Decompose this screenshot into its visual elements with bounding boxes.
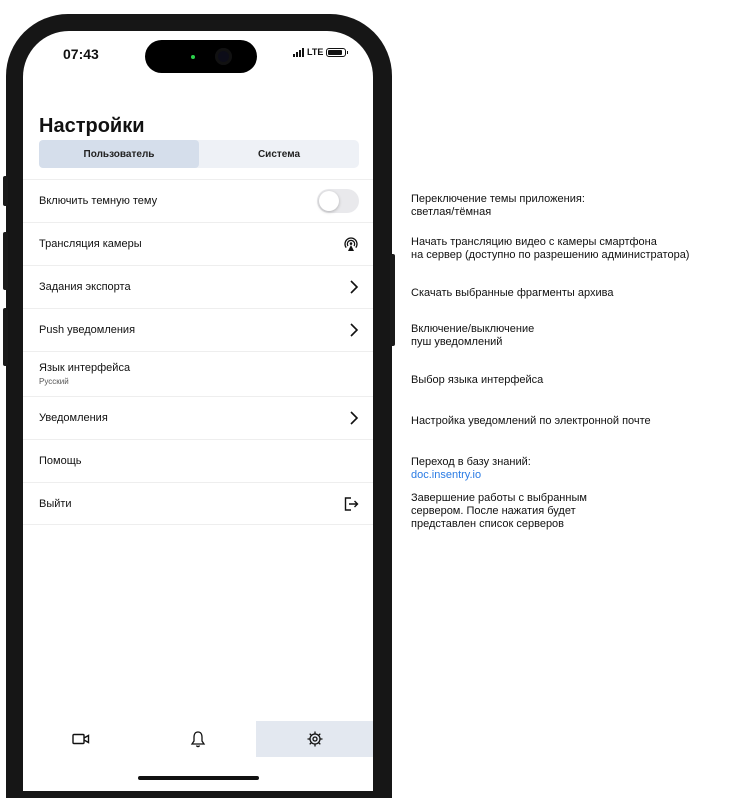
- annotation-line: Скачать выбранные фрагменты архива: [411, 287, 614, 299]
- setting-label: Помощь: [39, 455, 82, 467]
- annotation-help: Переход в базу знаний: doc.insentry.io: [411, 456, 531, 482]
- gear-icon: [307, 731, 323, 747]
- tab-settings[interactable]: [256, 721, 373, 757]
- logout-icon[interactable]: [343, 496, 359, 512]
- annotation-line: пуш уведомлений: [411, 336, 503, 348]
- setting-label: Язык интерфейса: [39, 362, 131, 374]
- annotation-line: Включение/выключение: [411, 323, 535, 335]
- annotation-line: светлая/тёмная: [411, 206, 492, 218]
- setting-label: Трансляция камеры: [39, 238, 142, 250]
- chevron-right-icon: [350, 411, 359, 425]
- status-indicators: LTE: [293, 47, 349, 57]
- network-type: LTE: [307, 47, 324, 57]
- broadcast-icon[interactable]: [343, 236, 359, 252]
- app-screen: 07:43 LTE Настройки Пользователь Система…: [23, 31, 373, 791]
- chevron-right-icon: [350, 280, 359, 294]
- setting-interface-language[interactable]: Язык интерфейса Русский: [23, 351, 373, 396]
- setting-label: Включить темную тему: [39, 195, 158, 207]
- setting-export-tasks[interactable]: Задания экспорта: [23, 265, 373, 308]
- dynamic-island: [145, 40, 257, 73]
- volume-up-button: [3, 232, 8, 290]
- setting-label: Уведомления: [39, 412, 108, 424]
- annotation-line: Выбор языка интерфейса: [411, 374, 544, 386]
- annotation-language: Выбор языка интерфейса: [411, 374, 543, 387]
- annotation-line: на сервер (доступно по разрешению админи…: [411, 249, 690, 261]
- annotation-line: сервером. После нажатия будет: [411, 505, 576, 517]
- volume-down-button: [3, 308, 8, 366]
- page-title: Настройки: [39, 115, 145, 137]
- setting-label: Push уведомления: [39, 324, 136, 336]
- mute-switch: [3, 176, 8, 206]
- privacy-indicator: [191, 55, 195, 59]
- setting-label: Выйти: [39, 497, 72, 510]
- help-link[interactable]: doc.insentry.io: [411, 469, 481, 481]
- annotation-logout: Завершение работы с выбранным сервером. …: [411, 492, 587, 531]
- setting-push-notifications[interactable]: Push уведомления: [23, 308, 373, 351]
- annotation-camera: Начать трансляцию видео с камеры смартфо…: [411, 236, 689, 262]
- phone-frame: 07:43 LTE Настройки Пользователь Система…: [3, 14, 395, 798]
- tab-user[interactable]: Пользователь: [39, 140, 199, 168]
- bottom-tab-bar: [23, 721, 373, 757]
- segmented-control: Пользователь Система: [39, 140, 359, 168]
- dark-theme-toggle[interactable]: [317, 189, 359, 213]
- annotation-line: Завершение работы с выбранным: [411, 492, 587, 504]
- annotation-line: Переход в базу знаний:: [411, 456, 531, 468]
- annotation-line: Переключение темы приложения:: [411, 193, 585, 205]
- annotation-push: Включение/выключение пуш уведомлений: [411, 323, 534, 349]
- tab-events[interactable]: [140, 721, 257, 757]
- annotation-line: Начать трансляцию видео с камеры смартфо…: [411, 236, 657, 248]
- setting-value: Русский: [39, 377, 69, 386]
- status-time: 07:43: [63, 46, 99, 62]
- annotation-line: представлен список серверов: [411, 518, 565, 530]
- power-button: [390, 254, 395, 346]
- setting-logout[interactable]: Выйти: [23, 482, 373, 525]
- tab-system[interactable]: Система: [199, 140, 359, 168]
- annotation-export: Скачать выбранные фрагменты архива: [411, 287, 613, 300]
- setting-dark-theme[interactable]: Включить темную тему: [23, 179, 373, 222]
- setting-label: Задания экспорта: [39, 281, 131, 293]
- tab-cameras[interactable]: [23, 721, 140, 757]
- video-camera-icon: [72, 733, 90, 745]
- setting-notifications[interactable]: Уведомления: [23, 396, 373, 439]
- bell-icon: [190, 731, 206, 748]
- setting-camera-broadcast[interactable]: Трансляция камеры: [23, 222, 373, 265]
- annotation-notifications: Настройка уведомлений по электронной поч…: [411, 415, 651, 428]
- home-indicator: [138, 776, 259, 780]
- annotation-line: Настройка уведомлений по электронной поч…: [411, 415, 651, 427]
- battery-icon: [326, 47, 349, 57]
- front-camera: [215, 48, 232, 65]
- settings-list: Включить темную тему Трансляция камеры З…: [23, 179, 373, 525]
- setting-help[interactable]: Помощь: [23, 439, 373, 482]
- annotation-dark-theme: Переключение темы приложения: светлая/тё…: [411, 193, 585, 219]
- signal-icon: [293, 47, 304, 57]
- chevron-right-icon: [350, 323, 359, 337]
